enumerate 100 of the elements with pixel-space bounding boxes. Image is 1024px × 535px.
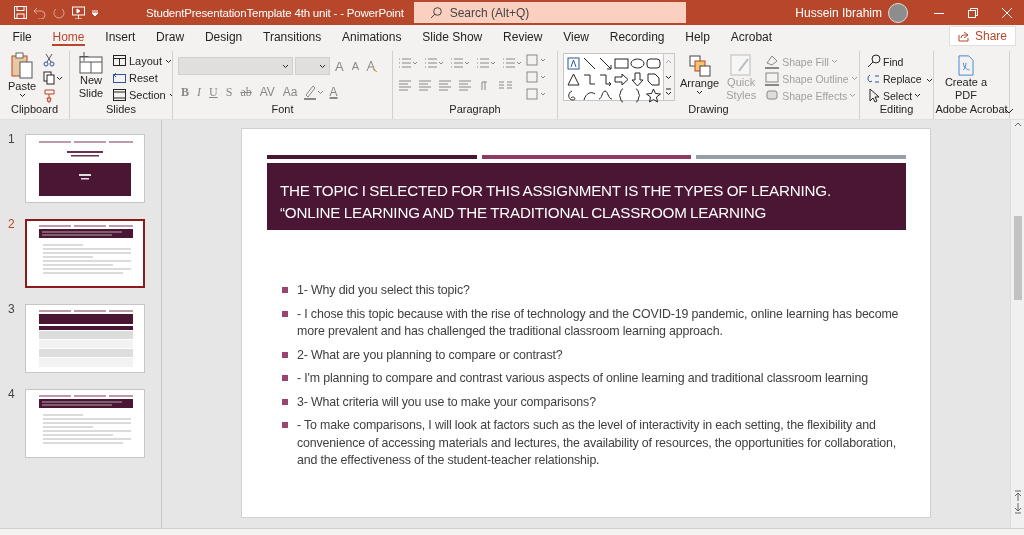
ribbon-tab[interactable]: Acrobat	[720, 26, 783, 46]
customize-caret-icon[interactable]	[91, 9, 99, 16]
shape-icon[interactable]	[598, 72, 613, 87]
shape-icon[interactable]	[566, 72, 581, 87]
shape-icon[interactable]	[630, 72, 645, 87]
bullet-text: 2- What are you planning to compare or contrast?	[297, 346, 563, 364]
arrange-button[interactable]: Arrange	[679, 51, 721, 103]
share-button[interactable]: Share	[948, 26, 1016, 46]
shape-fill-icon	[764, 70, 781, 87]
caret-icon	[849, 93, 857, 98]
caret-icon	[282, 63, 289, 69]
highlight-icon[interactable]	[302, 84, 325, 100]
slide-number: 2	[8, 218, 16, 230]
slide-number: 4	[8, 388, 16, 400]
ribbon-tab[interactable]: Review	[492, 26, 553, 46]
caret-icon	[830, 59, 838, 64]
bullet-icon	[282, 422, 288, 428]
format-painter-icon[interactable]	[43, 89, 58, 103]
search-icon	[867, 54, 881, 69]
layout-icon	[113, 89, 126, 101]
bullet-icon	[282, 351, 288, 358]
ribbon-tab[interactable]: Draw	[145, 26, 195, 46]
bullet-icon	[282, 287, 288, 293]
font-name-field[interactable]	[178, 57, 293, 75]
layout-icon	[113, 55, 126, 67]
paste-button[interactable]: Paste	[5, 51, 40, 103]
slide-command-button[interactable]: Reset	[111, 70, 172, 86]
close-icon[interactable]	[1002, 7, 1012, 18]
slide-title: THE TOPIC I SELECTED FOR THIS ASSIGNMENT IS THE TYPES OF LEARNING. “ONLINE LEARNING AND THE TRADITIONAL CLASSROOM LEARNING	[280, 181, 832, 223]
next-slide-icon[interactable]	[1013, 502, 1022, 514]
ribbon-tab[interactable]: Design	[194, 26, 253, 46]
group-label: Editing	[878, 103, 915, 117]
slide-number: 3	[8, 303, 16, 315]
editing-button[interactable]: Select	[865, 87, 933, 103]
bullet-icon	[282, 310, 288, 317]
shape-icon[interactable]	[614, 72, 629, 87]
shape-icon[interactable]	[630, 56, 645, 71]
user-avatar[interactable]	[888, 2, 908, 23]
bullet-icon	[282, 398, 288, 405]
font-size-field[interactable]	[295, 57, 330, 75]
slide-command-button[interactable]: Layout	[111, 53, 172, 69]
caret-icon	[319, 63, 326, 69]
caret-icon	[165, 58, 172, 64]
layout-icon	[113, 72, 126, 84]
ribbon-tab[interactable]: Animations	[331, 26, 412, 46]
copy-icon[interactable]	[43, 71, 64, 85]
slide-command-button[interactable]: Section	[111, 87, 172, 103]
shape-gallery[interactable]	[563, 53, 664, 101]
presentation-icon[interactable]	[72, 6, 85, 19]
ribbon-tab[interactable]: Home	[42, 26, 95, 46]
search-icon	[429, 6, 442, 19]
slide-number: 1	[8, 133, 16, 145]
shape-fill-icon	[764, 53, 781, 70]
search-field[interactable]: Search (Alt+Q)	[413, 2, 686, 23]
editing-button[interactable]: Find	[865, 53, 933, 70]
bullet-text: 1- Why did you select this topic?	[297, 282, 470, 299]
bullet-text: - I'm planning to compare and contrast various aspects of online learning and traditional classroom learning	[297, 370, 868, 387]
create-pdf-button[interactable]: Create a PDF	[939, 51, 993, 103]
group-label: Adobe Acrobat	[934, 103, 1009, 117]
ribbon-tab[interactable]: Insert	[94, 26, 146, 46]
bullet-text: - I chose this topic because with the rise of technology and the COVID-19 pandemic, online learning has become more prevalent and has challenged the traditional classroom learning approach.	[297, 305, 900, 340]
cursor-icon	[867, 88, 881, 103]
editing-button[interactable]: Replace	[865, 70, 933, 87]
group-label: Slides	[105, 103, 137, 117]
caret-icon	[696, 90, 704, 95]
bullet-text: 3- What criteria will you use to make your comparisons?	[297, 393, 596, 411]
ribbon-tab[interactable]: Slide Show	[411, 26, 493, 46]
restore-icon[interactable]	[968, 7, 978, 18]
shape-icon[interactable]	[598, 88, 613, 103]
slide-thumbnail[interactable]	[25, 219, 145, 288]
clipboard-icon	[11, 52, 34, 80]
shape-icon[interactable]	[646, 88, 661, 103]
ribbon-tab[interactable]: View	[552, 26, 600, 46]
caret-icon	[850, 76, 858, 81]
share-icon	[957, 30, 970, 42]
ribbon-tab[interactable]: File	[2, 26, 43, 46]
scroll-bar[interactable]	[1010, 120, 1024, 528]
shape-icon[interactable]	[646, 72, 661, 87]
save-icon[interactable]	[14, 6, 27, 19]
group-label: Clipboard	[9, 103, 60, 117]
shape-icon[interactable]	[582, 56, 597, 71]
bullet-text: - To make comparisons, I will look at factors such as the level of interactivity in each setting, the flexibility and convenience of accessing materials and lectures, the availability of resources, the opportunities for collaboration, and the effectiveness of the student-teacher relationship.	[297, 417, 898, 469]
brush-icon	[730, 54, 753, 76]
window-title: StudentPresentationTemplate 4th unit - - PowerPoint	[146, 6, 404, 19]
clear-formatting-icon[interactable]	[364, 59, 378, 73]
ribbon-tab[interactable]: Transitions	[252, 26, 332, 46]
pdf-document-icon	[956, 55, 976, 76]
caret-icon	[925, 77, 933, 83]
scroll-thumb[interactable]	[1013, 216, 1022, 300]
bullet-icon	[282, 375, 288, 381]
new-slide-button[interactable]: New Slide	[75, 51, 107, 103]
caret-icon	[914, 93, 922, 98]
shape-icon[interactable]	[646, 56, 661, 71]
ribbon-tab[interactable]: Help	[674, 26, 721, 46]
previous-slide-icon[interactable]	[1013, 490, 1022, 502]
ribbon-tab[interactable]: Recording	[599, 26, 675, 46]
group-label: Paragraph	[448, 103, 502, 117]
scissors-icon[interactable]	[43, 53, 56, 67]
shape-icon[interactable]	[598, 56, 613, 71]
caret-icon	[18, 93, 26, 98]
